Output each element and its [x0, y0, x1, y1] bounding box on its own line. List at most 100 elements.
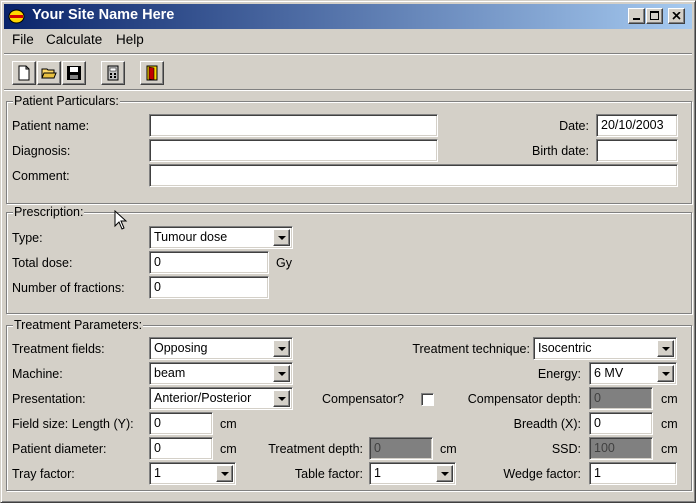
field-length-input[interactable]: 0 [149, 412, 213, 435]
mouse-pointer-icon [114, 210, 128, 230]
maximize-icon [650, 11, 659, 20]
date-label: Date: [559, 119, 589, 133]
patient-diameter-unit: cm [220, 442, 237, 456]
menu-separator [4, 53, 692, 55]
patient-name-label: Patient name: [12, 119, 90, 133]
new-document-icon [18, 65, 30, 81]
patient-particulars-legend: Patient Particulars: [13, 94, 120, 108]
tray-factor-label: Tray factor: [12, 467, 75, 481]
comment-label: Comment: [12, 169, 70, 183]
chevron-down-icon[interactable] [436, 465, 453, 482]
open-folder-icon [41, 68, 57, 79]
tray-factor-value: 1 [154, 466, 161, 480]
compensator-checkbox[interactable] [421, 393, 434, 406]
field-length-unit: cm [220, 417, 237, 431]
chevron-down-icon[interactable] [273, 365, 290, 382]
patient-name-input[interactable] [149, 114, 438, 137]
exit-button[interactable] [140, 61, 164, 85]
treatment-technique-label: Treatment technique: [412, 342, 530, 356]
chevron-down-icon[interactable] [216, 465, 233, 482]
birth-date-label: Birth date: [532, 144, 589, 158]
birth-date-input[interactable] [596, 139, 678, 162]
menu-calculate[interactable]: Calculate [46, 32, 102, 47]
exit-door-icon [146, 65, 158, 81]
machine-select[interactable]: beam [149, 362, 293, 385]
menu-bar: File Calculate Help [4, 30, 692, 50]
treatment-depth-unit: cm [440, 442, 457, 456]
close-button[interactable] [668, 8, 685, 24]
machine-label: Machine: [12, 367, 63, 381]
breadth-unit: cm [661, 417, 678, 431]
treatment-depth-input[interactable]: 0 [369, 437, 433, 460]
patient-diameter-label: Patient diameter: [12, 442, 107, 456]
main-window: Your Site Name Here File Calculate Help [0, 0, 696, 503]
ssd-label: SSD: [551, 442, 581, 456]
treatment-fields-value: Opposing [154, 341, 208, 355]
ssd-input[interactable]: 100 [589, 437, 653, 460]
close-icon [672, 12, 681, 20]
save-disk-icon [67, 66, 81, 80]
total-dose-unit: Gy [276, 256, 292, 270]
fractions-label: Number of fractions: [12, 281, 125, 295]
type-value: Tumour dose [154, 230, 228, 244]
treatment-depth-label: Treatment depth: [268, 442, 363, 456]
calculator-icon [107, 65, 119, 81]
diagnosis-input[interactable] [149, 139, 438, 162]
table-factor-select[interactable]: 1 [369, 462, 456, 485]
machine-value: beam [154, 366, 186, 380]
treatment-technique-value: Isocentric [538, 341, 592, 355]
presentation-label: Presentation: [12, 392, 86, 406]
breadth-input[interactable]: 0 [589, 412, 653, 435]
patient-diameter-input[interactable]: 0 [149, 437, 213, 460]
compensator-depth-unit: cm [661, 392, 678, 406]
field-size-label: Field size: Length (Y): [12, 417, 134, 431]
title-bar[interactable]: Your Site Name Here [4, 4, 692, 29]
app-icon [8, 9, 25, 24]
diagnosis-label: Diagnosis: [12, 144, 71, 158]
chevron-down-icon[interactable] [273, 390, 290, 407]
menu-file[interactable]: File [12, 32, 34, 47]
energy-select[interactable]: 6 MV [589, 362, 677, 385]
type-select[interactable]: Tumour dose [149, 226, 293, 249]
menu-help[interactable]: Help [116, 32, 144, 47]
maximize-button[interactable] [646, 8, 663, 24]
minimize-button[interactable] [628, 8, 645, 24]
chevron-down-icon[interactable] [657, 340, 674, 357]
table-factor-value: 1 [374, 466, 381, 480]
window-title: Your Site Name Here [32, 7, 175, 23]
type-label: Type: [12, 231, 43, 245]
prescription-legend: Prescription: [13, 205, 85, 219]
new-button[interactable] [12, 61, 36, 85]
energy-value: 6 MV [594, 366, 624, 380]
treatment-fields-select[interactable]: Opposing [149, 337, 293, 360]
toolbar-separator [4, 89, 692, 91]
energy-label: Energy: [537, 367, 581, 381]
total-dose-label: Total dose: [12, 256, 73, 270]
treatment-parameters-legend: Treatment Parameters: [13, 318, 144, 332]
ssd-unit: cm [661, 442, 678, 456]
breadth-label: Breadth (X): [513, 417, 581, 431]
calculate-button[interactable] [101, 61, 125, 85]
open-button[interactable] [37, 61, 61, 85]
minimize-icon [633, 18, 640, 20]
compensator-depth-label: Compensator depth: [467, 392, 581, 406]
tray-factor-select[interactable]: 1 [149, 462, 236, 485]
prescription-group: Prescription: [6, 205, 692, 314]
compensator-label: Compensator? [322, 392, 404, 406]
table-factor-label: Table factor: [294, 467, 363, 481]
wedge-factor-input[interactable]: 1 [589, 462, 677, 485]
presentation-value: Anterior/Posterior [154, 391, 252, 405]
wedge-factor-label: Wedge factor: [503, 467, 581, 481]
presentation-select[interactable]: Anterior/Posterior [149, 387, 293, 410]
save-button[interactable] [62, 61, 86, 85]
total-dose-input[interactable]: 0 [149, 251, 269, 274]
treatment-technique-select[interactable]: Isocentric [533, 337, 677, 360]
chevron-down-icon[interactable] [273, 340, 290, 357]
date-input[interactable]: 20/10/2003 [596, 114, 678, 137]
treatment-fields-label: Treatment fields: [12, 342, 105, 356]
compensator-depth-input[interactable]: 0 [589, 387, 653, 410]
comment-input[interactable] [149, 164, 678, 187]
fractions-input[interactable]: 0 [149, 276, 269, 299]
chevron-down-icon[interactable] [273, 229, 290, 246]
chevron-down-icon[interactable] [657, 365, 674, 382]
